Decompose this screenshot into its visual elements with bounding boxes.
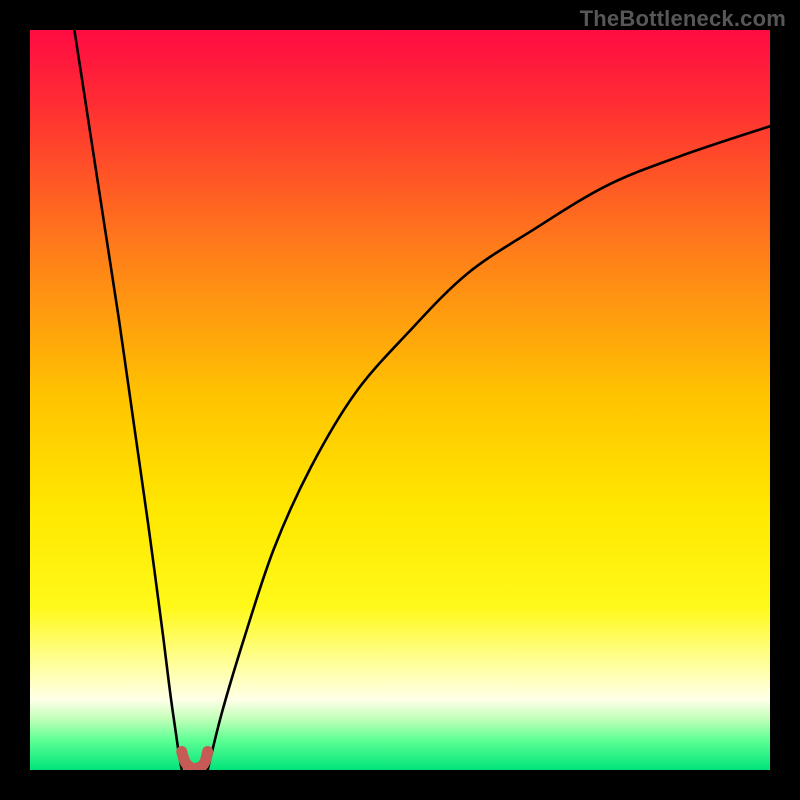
chart-frame: TheBottleneck.com bbox=[0, 0, 800, 800]
watermark-text: TheBottleneck.com bbox=[580, 6, 786, 32]
curve-left-branch bbox=[74, 30, 181, 770]
curve-right-branch bbox=[208, 126, 770, 770]
chart-curves bbox=[30, 30, 770, 770]
minimum-marker bbox=[182, 752, 208, 769]
plot-area bbox=[30, 30, 770, 770]
